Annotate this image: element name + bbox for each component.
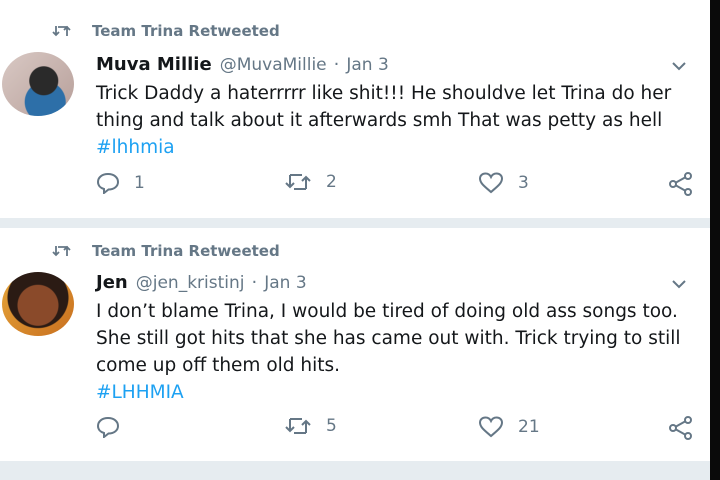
share-icon xyxy=(669,172,692,196)
avatar[interactable] xyxy=(2,52,74,116)
like-icon xyxy=(478,416,504,438)
chevron-down-icon[interactable] xyxy=(672,279,686,289)
tweet-actions: 1 2 3 xyxy=(0,172,710,198)
retweet-context: Team Trina Retweeted xyxy=(52,242,280,260)
tweet-text: I don’t blame Trina, I would be tired of… xyxy=(96,298,696,406)
tweet-card[interactable]: Team Trina Retweeted Jen @jen_kristinj ·… xyxy=(0,228,710,460)
share-button[interactable] xyxy=(668,416,708,440)
chevron-down-icon[interactable] xyxy=(672,61,686,71)
retweet-icon xyxy=(285,174,311,190)
tweet-actions: 5 21 xyxy=(0,416,710,442)
retweet-button[interactable]: 2 xyxy=(284,172,337,192)
like-button[interactable]: 3 xyxy=(478,172,529,194)
share-button[interactable] xyxy=(668,172,708,196)
author-handle[interactable]: @jen_kristinj xyxy=(136,273,245,293)
reply-button[interactable]: 1 xyxy=(96,172,145,194)
tweet-body: I don’t blame Trina, I would be tired of… xyxy=(96,301,681,376)
tweet-divider xyxy=(0,218,710,228)
reply-icon xyxy=(96,416,120,438)
like-count: 3 xyxy=(518,173,529,193)
retweet-label: Team Trina Retweeted xyxy=(92,242,280,260)
retweet-label: Team Trina Retweeted xyxy=(92,22,280,40)
author-name[interactable]: Muva Millie xyxy=(96,54,212,75)
retweet-button[interactable]: 5 xyxy=(284,416,337,436)
hashtag-link[interactable]: #LHHMIA xyxy=(96,382,184,403)
tweet-text: Trick Daddy a haterrrrr like shit!!! He … xyxy=(96,80,696,161)
header-separator: · xyxy=(333,54,340,75)
hashtag-link[interactable]: #lhhmia xyxy=(96,137,175,158)
like-icon xyxy=(478,172,504,194)
tweet-date[interactable]: Jan 3 xyxy=(264,273,306,293)
header-separator: · xyxy=(251,272,258,293)
retweet-context: Team Trina Retweeted xyxy=(52,22,280,40)
tweet-body: Trick Daddy a haterrrrr like shit!!! He … xyxy=(96,83,672,131)
tweet-divider xyxy=(0,461,710,480)
retweet-icon xyxy=(52,245,71,257)
author-name[interactable]: Jen xyxy=(96,272,128,293)
retweet-count: 5 xyxy=(326,416,337,436)
share-icon xyxy=(669,416,692,440)
screen-edge xyxy=(710,0,720,480)
tweet-header: Jen @jen_kristinj · Jan 3 xyxy=(96,272,307,293)
tweet-header: Muva Millie @MuvaMillie · Jan 3 xyxy=(96,54,389,75)
avatar[interactable] xyxy=(2,272,74,336)
retweet-count: 2 xyxy=(326,172,337,192)
retweet-icon xyxy=(52,25,71,37)
author-handle[interactable]: @MuvaMillie xyxy=(220,55,327,75)
like-button[interactable]: 21 xyxy=(478,416,540,438)
retweet-icon xyxy=(285,418,311,434)
tweet-card[interactable]: Team Trina Retweeted Muva Millie @MuvaMi… xyxy=(0,0,710,218)
like-count: 21 xyxy=(518,417,540,437)
reply-icon xyxy=(96,172,120,194)
reply-button[interactable] xyxy=(96,416,134,438)
tweet-date[interactable]: Jan 3 xyxy=(346,55,388,75)
reply-count: 1 xyxy=(134,173,145,193)
